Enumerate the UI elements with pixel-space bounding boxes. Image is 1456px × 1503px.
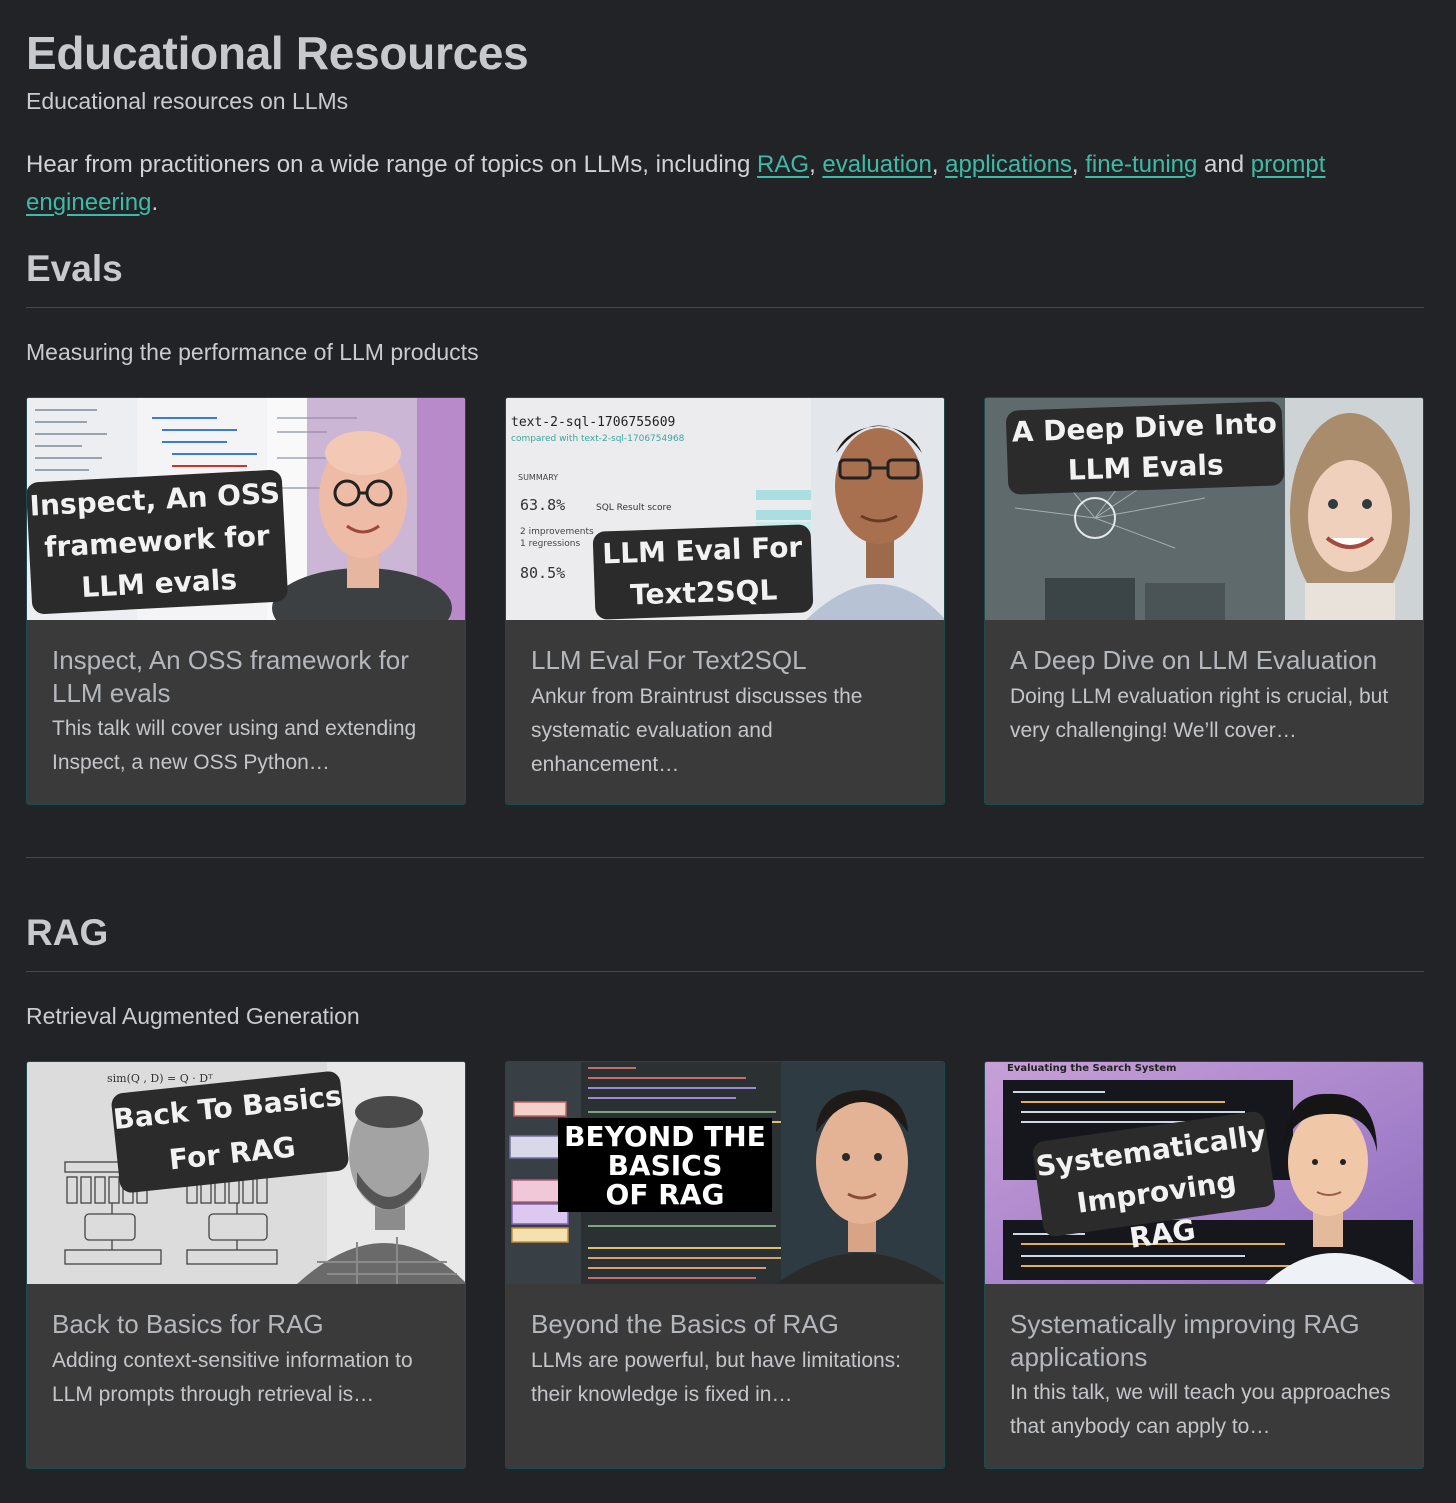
card-description: Ankur from Braintrust discusses the syst… [531,685,863,776]
card-title[interactable]: A Deep Dive on LLM Evaluation [1010,644,1405,677]
card-title[interactable]: Beyond the Basics of RAG [531,1308,926,1341]
resource-card-deep-dive[interactable]: A Deep Dive Into LLM Evals A Deep Dive o… [984,397,1424,805]
link-fine-tuning[interactable]: fine-tuning [1085,151,1197,178]
thumb-summary: SUMMARY [518,473,558,482]
thumb-improvements: 2 improvements [520,527,594,537]
intro-and: and [1197,151,1251,178]
resource-card-systematically-improving[interactable]: Evaluating the Search System Systematica… [984,1061,1424,1469]
intro-separator: , [809,151,823,178]
thumb-line: OF RAG [605,1178,725,1211]
intro-end: . [151,189,159,216]
section-description-evals: Measuring the performance of LLM product… [26,339,479,365]
intro-separator: , [931,151,946,178]
intro-separator: , [1071,151,1086,178]
thumbnail-image: A Deep Dive Into LLM Evals [985,398,1423,620]
thumbnail-caption: LLM Eval For Text2SQL [592,524,814,620]
card-description: In this talk, we will teach you approach… [1010,1381,1391,1438]
card-description: LLMs are powerful, but have limitations:… [531,1349,902,1406]
thumbnail-image: sim(Q , D) = Q · Dᵀ Back To Basics For R… [27,1062,465,1284]
thumbnail-caption: A Deep Dive Into LLM Evals [1005,401,1285,495]
resource-card-beyond-basics[interactable]: BEYOND THE BASICS OF RAG Beyond the Basi… [505,1061,945,1469]
section-heading-rag: RAG [26,912,109,953]
thumbnail-image: text-2-sql-1706755609 compared with text… [506,398,944,620]
thumb-score-label: SQL Result score [596,503,672,513]
resource-card-inspect[interactable]: Inspect, An OSS framework for LLM evals … [26,397,466,805]
thumb-line: BEYOND THE [564,1120,766,1153]
resource-card-text2sql[interactable]: text-2-sql-1706755609 compared with text… [505,397,945,805]
resource-card-back-to-basics[interactable]: sim(Q , D) = Q · Dᵀ Back To Basics For R… [26,1061,466,1469]
section-description-rag: Retrieval Augmented Generation [26,1003,360,1029]
card-description: Doing LLM evaluation right is crucial, b… [1010,685,1389,742]
thumbnail-image: BEYOND THE BASICS OF RAG [506,1062,944,1284]
thumb-score: 63.8% [520,496,565,514]
page-subtitle: Educational resources on LLMs [26,88,349,114]
card-description: This talk will cover using and extending… [52,717,417,774]
card-title[interactable]: Systematically improving RAG application… [1010,1308,1405,1374]
divider [26,971,1424,972]
thumb-line: BASICS [607,1149,723,1182]
card-title[interactable]: LLM Eval For Text2SQL [531,644,926,677]
thumbnail-caption: Inspect, An OSS framework for LLM evals [27,469,289,615]
card-title[interactable]: Back to Basics for RAG [52,1308,447,1341]
intro-text: Hear from practitioners on a wide range … [26,151,758,178]
thumbnail-image: Inspect, An OSS framework for LLM evals [27,398,465,620]
thumb-line: LLM Eval For [601,530,803,571]
link-rag[interactable]: RAG [757,151,809,178]
thumb-score: 80.5% [520,564,565,582]
thumb-formula: sim(Q , D) = Q · Dᵀ [107,1072,213,1085]
divider [26,857,1424,858]
link-applications[interactable]: applications [945,151,1072,178]
thumb-regressions: 1 regressions [520,539,580,549]
page-title: Educational Resources [26,27,529,79]
link-evaluation[interactable]: evaluation [822,151,931,178]
thumbnail-image: Evaluating the Search System Systematica… [985,1062,1423,1284]
section-heading-evals: Evals [26,248,123,289]
card-description: Adding context-sensitive information to … [52,1349,413,1406]
divider [26,307,1424,308]
thumb-header: text-2-sql-1706755609 [511,415,675,430]
thumbnail-caption: BEYOND THE BASICS OF RAG [558,1118,772,1212]
card-title[interactable]: Inspect, An OSS framework for LLM evals [52,644,447,710]
thumb-line: Text2SQL [629,573,778,612]
thumb-compared: compared with text-2-sql-1706754968 [511,434,685,444]
thumb-header: Evaluating the Search System [1007,1063,1176,1074]
intro-paragraph: Hear from practitioners on a wide range … [26,146,1416,222]
